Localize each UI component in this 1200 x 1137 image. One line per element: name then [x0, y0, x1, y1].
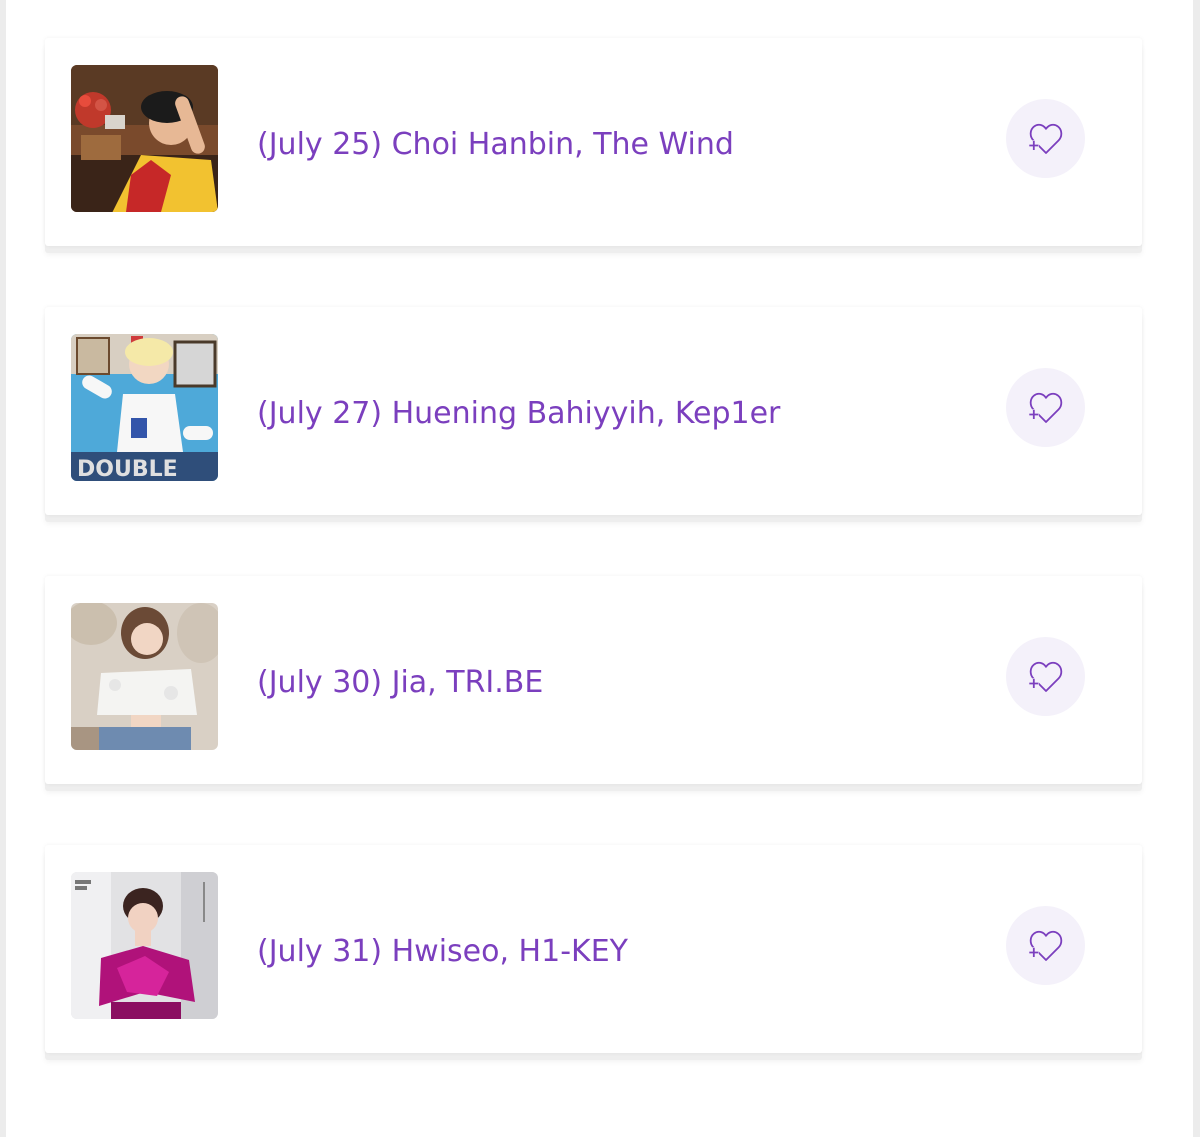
heart-plus-icon: [1028, 661, 1062, 692]
photo-huening-bahiyyih: DOUBLE: [71, 334, 218, 481]
list-item[interactable]: DOUBLE (July 27) Huening Bahiyyih, Kep1e…: [45, 307, 1142, 515]
heart-plus-icon: [1028, 392, 1062, 423]
list-item[interactable]: (July 31) Hwiseo, H1-KEY: [45, 845, 1142, 1053]
list-item[interactable]: (July 25) Choi Hanbin, The Wind: [45, 38, 1142, 246]
add-favorite-button[interactable]: [1006, 99, 1085, 178]
birthday-list: (July 25) Choi Hanbin, The Wind DOUBLE (…: [45, 38, 1142, 1114]
page-left-border: [0, 0, 6, 1137]
item-title[interactable]: (July 27) Huening Bahiyyih, Kep1er: [257, 392, 780, 436]
item-title[interactable]: (July 31) Hwiseo, H1-KEY: [257, 930, 628, 974]
item-title[interactable]: (July 25) Choi Hanbin, The Wind: [257, 123, 734, 167]
item-title[interactable]: (July 30) Jia, TRI.BE: [257, 661, 543, 705]
thumbnail-image[interactable]: [71, 872, 218, 1019]
photo-jia: [71, 603, 218, 750]
list-item[interactable]: (July 30) Jia, TRI.BE: [45, 576, 1142, 784]
photo-choi-hanbin: [71, 65, 218, 212]
thumbnail-image[interactable]: DOUBLE: [71, 334, 218, 481]
add-favorite-button[interactable]: [1006, 368, 1085, 447]
add-favorite-button[interactable]: [1006, 906, 1085, 985]
thumbnail-image[interactable]: [71, 603, 218, 750]
heart-plus-icon: [1028, 123, 1062, 154]
svg-text:DOUBLE: DOUBLE: [77, 457, 178, 481]
thumbnail-image[interactable]: [71, 65, 218, 212]
page-right-border: [1193, 0, 1200, 1137]
heart-plus-icon: [1028, 930, 1062, 961]
add-favorite-button[interactable]: [1006, 637, 1085, 716]
photo-hwiseo: [71, 872, 218, 1019]
